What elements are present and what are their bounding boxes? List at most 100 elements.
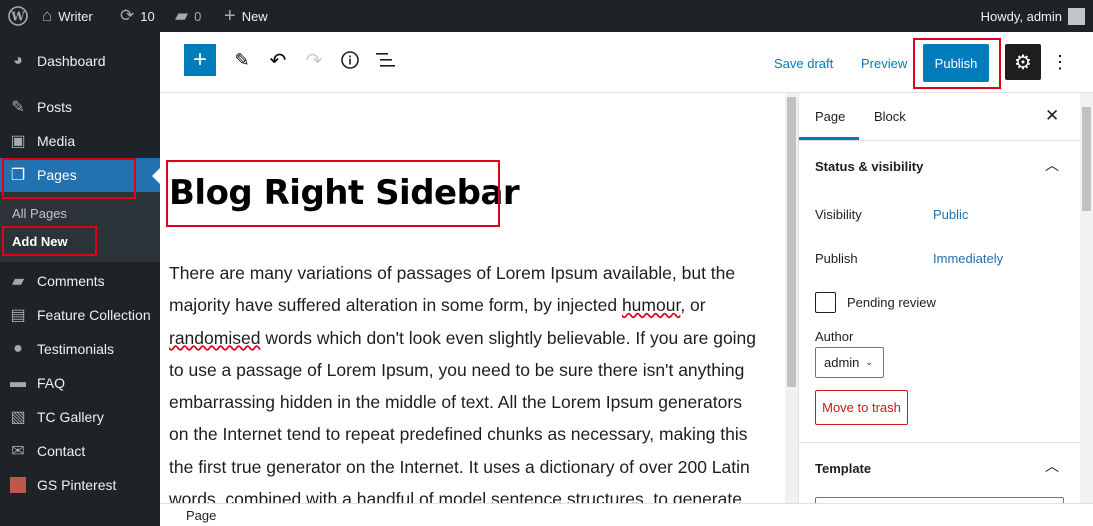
label: Posts — [37, 99, 73, 115]
label: Media — [37, 133, 76, 149]
settings-button[interactable]: ⚙ — [1005, 44, 1041, 80]
sidebar-item-tc-gallery[interactable]: ▧ TC Gallery — [0, 400, 160, 434]
add-block-button[interactable]: + — [184, 44, 216, 76]
visibility-value[interactable]: Public — [933, 207, 968, 222]
publish-button[interactable]: Publish — [923, 44, 989, 82]
list-view-icon — [376, 53, 395, 67]
author-select[interactable]: admin ⌄ — [815, 347, 884, 378]
user-icon: ● — [13, 340, 23, 357]
publish-date-value[interactable]: Immediately — [933, 251, 1003, 266]
pages-submenu: All Pages Add New — [0, 192, 160, 262]
account-menu[interactable]: Howdy, admin — [981, 0, 1085, 32]
label: Contact — [37, 443, 86, 459]
settings-sidebar: Page Block ✕ Status & visibility ︿ Visib… — [798, 93, 1081, 507]
paragraph-block[interactable]: There are many variations of passages of… — [169, 257, 756, 503]
admin-sidebar: ◕ Dashboard ✎ Posts ▣ Media ❐ Pages All Page… — [0, 32, 160, 526]
visibility-label: Visibility — [815, 207, 862, 222]
content-scrollbar[interactable] — [785, 93, 798, 503]
block-breadcrumb[interactable]: Page — [186, 508, 216, 523]
template-heading[interactable]: Template — [815, 461, 871, 476]
gear-icon: ⚙ — [1014, 51, 1032, 74]
pin-icon: ✎ — [11, 99, 25, 116]
paragraph-line: embarrassing hidden in the middle of tex… — [169, 392, 742, 413]
author-label: Author — [815, 329, 854, 344]
scroll-thumb[interactable] — [1082, 107, 1091, 211]
editor-footer: Page — [160, 503, 1093, 526]
undo-button[interactable]: ↶ — [264, 44, 292, 76]
details-button[interactable] — [336, 44, 364, 76]
list-view-button[interactable] — [372, 44, 400, 76]
divider — [799, 442, 1081, 443]
submenu-add-new[interactable]: Add New — [12, 234, 68, 249]
pinterest-icon — [8, 476, 28, 494]
tools-button[interactable]: ✎ — [228, 44, 256, 76]
tab-block[interactable]: Block — [874, 93, 906, 139]
editor-toolbar: + ✎ ↶ ↷ Save draft Preview Publish ⚙ ⋮ — [160, 32, 1093, 93]
pending-review-checkbox[interactable] — [815, 292, 836, 313]
label: GS Pinterest — [37, 477, 117, 493]
folder-icon: ▬ — [10, 374, 26, 391]
sidebar-item-feature-collection[interactable]: ▤ Feature Collection — [0, 298, 160, 332]
paragraph-line: the first true generator on the Internet… — [169, 456, 750, 477]
save-draft-button[interactable]: Save draft — [774, 44, 833, 82]
pending-review-label: Pending review — [847, 295, 936, 310]
tab-page[interactable]: Page — [815, 93, 845, 139]
label: FAQ — [37, 375, 66, 391]
sidebar-item-media[interactable]: ▣ Media — [0, 124, 160, 158]
chevron-up-icon[interactable]: ︿ — [1045, 155, 1059, 175]
options-button[interactable]: ⋮ — [1048, 44, 1072, 80]
status-visibility-heading[interactable]: Status & visibility — [815, 159, 923, 174]
label: Pages — [37, 167, 77, 183]
updates-count: 10 — [140, 8, 155, 24]
label: Feature Collection — [37, 307, 151, 323]
misspelled-word[interactable]: humour — [622, 295, 680, 315]
paragraph-line: There are many variations of passages of… — [169, 263, 736, 283]
panel-scrollbar[interactable] — [1080, 93, 1093, 503]
paragraph-line: to use a passage of Lorem Ipsum, you nee… — [169, 359, 745, 380]
mail-icon: ✉ — [11, 443, 25, 460]
misspelled-word[interactable]: randomised — [169, 328, 260, 348]
updates-link[interactable]: ⟳ 10 — [120, 0, 155, 32]
sidebar-item-comments[interactable]: ▰ Comments — [0, 264, 160, 298]
sidebar-item-faq[interactable]: ▬ FAQ — [0, 366, 160, 400]
wordpress-logo-icon[interactable]: W — [8, 0, 28, 32]
home-icon: ⌂ — [42, 6, 53, 25]
refresh-icon: ⟳ — [120, 6, 135, 25]
sidebar-item-testimonials[interactable]: ● Testimonials — [0, 332, 160, 366]
new-label: New — [241, 8, 268, 24]
chevron-up-icon[interactable]: ︿ — [1045, 456, 1059, 476]
howdy-text: Howdy, admin — [980, 8, 1062, 24]
paragraph-line: randomised words which don't look even s… — [169, 327, 757, 348]
comments-link[interactable]: ▰ 0 — [175, 0, 201, 32]
page-title[interactable]: Blog Right Sidebar — [169, 173, 520, 213]
redo-icon: ↷ — [305, 49, 323, 72]
new-link[interactable]: + New — [224, 0, 268, 32]
author-value: admin — [824, 355, 860, 370]
label: TC Gallery — [37, 409, 104, 425]
preview-button[interactable]: Preview — [861, 44, 907, 82]
plus-icon: + — [192, 46, 207, 73]
plus-icon: + — [224, 4, 236, 27]
move-to-trash-button[interactable]: Move to trash — [815, 390, 908, 425]
sidebar-item-pages[interactable]: ❐ Pages — [0, 158, 160, 192]
info-icon — [341, 51, 359, 69]
divider — [799, 140, 1081, 141]
sidebar-item-gs-pinterest[interactable]: GS Pinterest — [0, 468, 160, 502]
feature-icon: ▤ — [10, 307, 26, 324]
undo-icon: ↶ — [269, 49, 287, 72]
sidebar-item-dashboard[interactable]: ◕ Dashboard — [0, 44, 160, 78]
sidebar-item-contact[interactable]: ✉ Contact — [0, 434, 160, 468]
media-icon: ▣ — [10, 133, 26, 150]
redo-button[interactable]: ↷ — [300, 44, 328, 76]
label: Comments — [37, 273, 105, 289]
comments-count: 0 — [194, 8, 202, 24]
editor-canvas: Blog Right Sidebar There are many variat… — [160, 93, 798, 503]
close-panel-button[interactable]: ✕ — [1045, 93, 1059, 139]
site-link[interactable]: ⌂ Writer — [42, 0, 93, 32]
scroll-thumb[interactable] — [787, 97, 796, 387]
submenu-all-pages[interactable]: All Pages — [12, 206, 67, 221]
sidebar-item-posts[interactable]: ✎ Posts — [0, 90, 160, 124]
svg-text:W: W — [10, 10, 25, 24]
more-vertical-icon: ⋮ — [1051, 51, 1069, 72]
dashboard-icon: ◕ — [13, 52, 23, 69]
